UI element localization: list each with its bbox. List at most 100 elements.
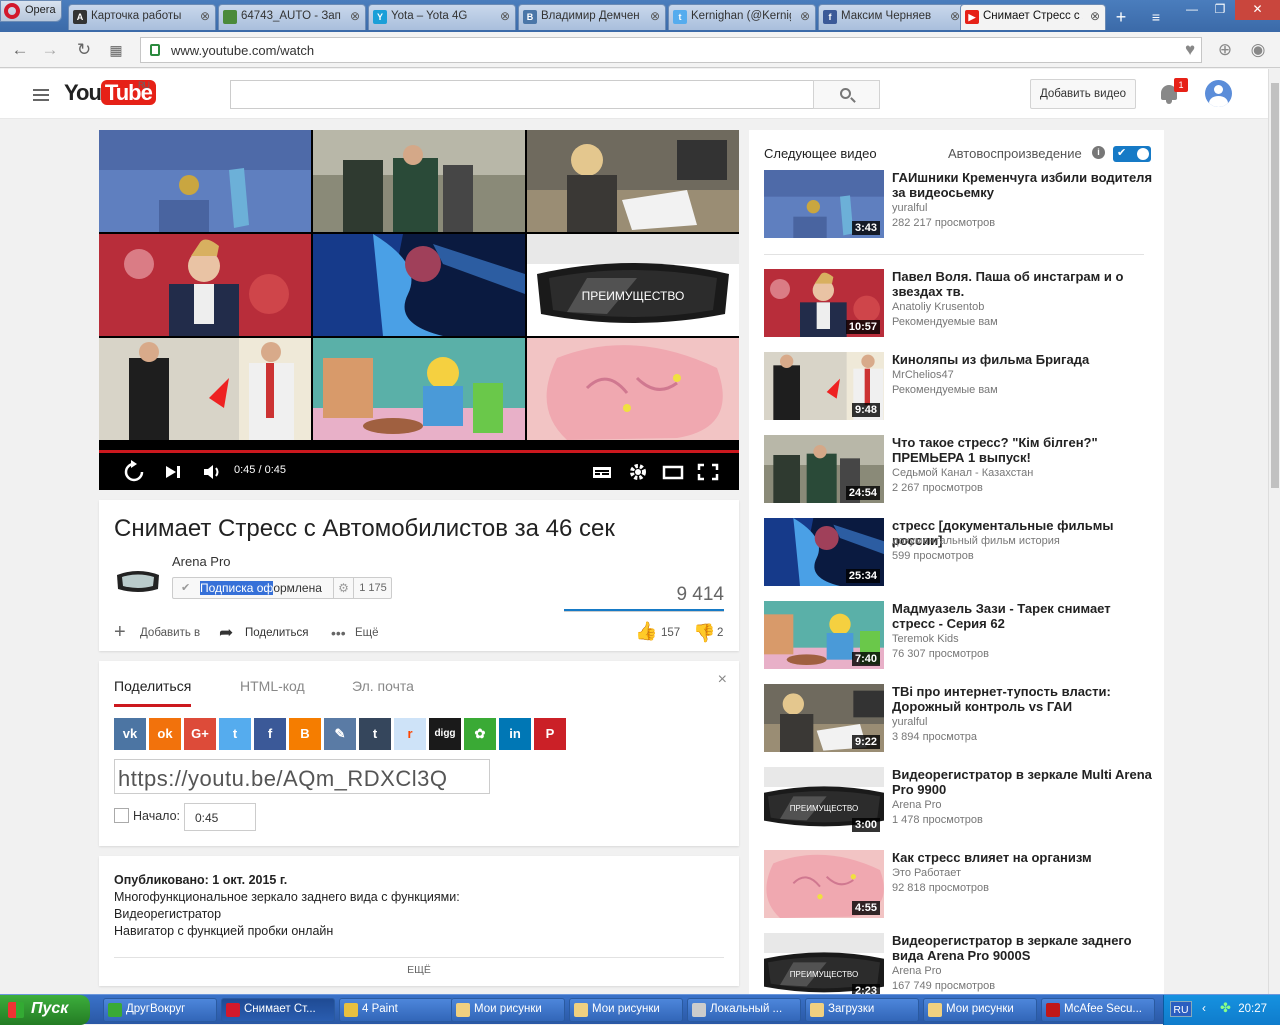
bookmark-heart-icon[interactable]: ♥ bbox=[1180, 40, 1200, 60]
video-title-link[interactable]: Видеорегистратор в зеркале заднего вида … bbox=[892, 933, 1154, 963]
subscribed-button[interactable]: ✔ Подписка оформлена ⚙ 1 175 bbox=[172, 577, 392, 599]
video-thumbnail[interactable]: ПРЕИМУЩЕСТВО 3:00 bbox=[764, 767, 884, 835]
share-url-field[interactable] bbox=[114, 759, 490, 794]
maximize-icon[interactable]: ❐ bbox=[1205, 0, 1235, 20]
fullscreen-icon[interactable] bbox=[697, 460, 719, 484]
replay-icon[interactable] bbox=[121, 460, 147, 484]
tab-close-icon[interactable]: ⊗ bbox=[950, 9, 960, 23]
taskbar-item[interactable]: Загрузки bbox=[805, 998, 919, 1022]
browser-tab[interactable]: 64743_AUTO - Зап ⊗ bbox=[218, 4, 366, 30]
related-video-item[interactable]: 3:43 ГАИшники Кременчуга избили водителя … bbox=[764, 170, 1154, 240]
close-window-icon[interactable]: ✕ bbox=[1235, 0, 1280, 20]
video-thumbnail[interactable]: 4:55 bbox=[764, 850, 884, 918]
related-video-item[interactable]: ПРЕИМУЩЕСТВО 3:00 Видеорегистратор в зерка… bbox=[764, 767, 1154, 837]
tab-embed[interactable]: HTML-код bbox=[240, 678, 305, 694]
vk-share-icon[interactable]: vk bbox=[114, 718, 146, 750]
start-time-checkbox[interactable] bbox=[114, 808, 129, 823]
taskbar-item[interactable]: Мои рисунки bbox=[569, 998, 683, 1022]
taskbar-item[interactable]: Локальный ... bbox=[687, 998, 801, 1022]
browser-tab[interactable]: ▶ Снимает Стресс с А ⊗ bbox=[960, 4, 1106, 30]
taskbar-item[interactable]: 4 Paint bbox=[339, 998, 453, 1022]
related-video-item[interactable]: 9:22 ТВі про интернет-тупость власти: Дор… bbox=[764, 684, 1154, 754]
tab-email[interactable]: Эл. почта bbox=[352, 678, 414, 694]
taskbar-item[interactable]: ДругВокруг bbox=[103, 998, 217, 1022]
language-indicator[interactable]: RU bbox=[1170, 1001, 1192, 1017]
search-button[interactable] bbox=[813, 80, 880, 109]
page-scrollbar[interactable] bbox=[1268, 69, 1280, 994]
tab-close-icon[interactable]: ⊗ bbox=[500, 9, 510, 23]
video-title-link[interactable]: Павел Воля. Паша об инстаграм и о звезда… bbox=[892, 269, 1154, 299]
related-video-item[interactable]: 4:55 Как стресс влияет на организм Это Раб… bbox=[764, 850, 1154, 920]
tab-close-icon[interactable]: ⊗ bbox=[650, 9, 660, 23]
related-video-item[interactable]: ПРЕИМУЩЕСТВО 2:23 Видеорегистратор в зерка… bbox=[764, 933, 1154, 994]
show-more-button[interactable]: ЕЩЁ bbox=[99, 964, 739, 976]
browser-tab[interactable]: f Максим Черняев ⊗ bbox=[818, 4, 966, 30]
video-thumbnail[interactable]: 9:48 bbox=[764, 352, 884, 420]
url-field[interactable]: www.youtube.com/watch bbox=[140, 37, 1202, 63]
progress-bar[interactable] bbox=[99, 450, 739, 453]
related-video-item[interactable]: 7:40 Мадмуазель Зази - Тарек снимает стре… bbox=[764, 601, 1154, 671]
video-title-link[interactable]: Как стресс влияет на организм bbox=[892, 850, 1154, 865]
livejournal-share-icon[interactable]: ✎ bbox=[324, 718, 356, 750]
next-video-icon[interactable] bbox=[163, 460, 185, 484]
minimize-icon[interactable]: — bbox=[1177, 0, 1207, 20]
settings-gear-icon[interactable] bbox=[627, 460, 649, 484]
related-video-item[interactable]: 25:34 стресс [документальные фильмы росси… bbox=[764, 518, 1154, 588]
tab-close-icon[interactable]: ⊗ bbox=[200, 9, 210, 23]
youtube-logo[interactable]: You Tube RU bbox=[64, 80, 156, 108]
browser-tab[interactable]: t Kernighan (@Kernig ⊗ bbox=[668, 4, 816, 30]
pinterest-share-icon[interactable]: P bbox=[534, 718, 566, 750]
tab-close-icon[interactable]: ⊗ bbox=[1090, 9, 1100, 23]
search-input[interactable] bbox=[230, 80, 814, 109]
video-thumbnail[interactable]: 10:57 bbox=[764, 269, 884, 337]
forward-icon[interactable]: → bbox=[40, 40, 60, 60]
reload-icon[interactable]: ↻ bbox=[74, 40, 94, 60]
speed-dial-icon[interactable]: ▦ bbox=[106, 40, 126, 60]
autoplay-toggle[interactable]: ✔ bbox=[1113, 146, 1151, 162]
taskbar-item[interactable]: Мои рисунки bbox=[923, 998, 1037, 1022]
info-icon[interactable]: i bbox=[1092, 146, 1105, 159]
video-thumbnail[interactable]: 3:43 bbox=[764, 170, 884, 238]
start-time-field[interactable]: 0:45 bbox=[184, 803, 256, 831]
related-video-item[interactable]: 24:54 Что такое стресс? "Кім білген?" ПРЕ… bbox=[764, 435, 1154, 505]
linkedin-share-icon[interactable]: in bbox=[499, 718, 531, 750]
start-button[interactable]: Пуск bbox=[0, 995, 90, 1025]
upload-button[interactable]: Добавить видео bbox=[1030, 79, 1136, 109]
scrollbar-thumb[interactable] bbox=[1271, 83, 1279, 488]
volume-icon[interactable] bbox=[201, 460, 223, 484]
related-video-item[interactable]: 9:48 Киноляпы из фильма Бригада MrChelios4… bbox=[764, 352, 1154, 422]
taskbar-item[interactable]: McAfee Secu... bbox=[1041, 998, 1155, 1022]
subtitles-icon[interactable] bbox=[591, 460, 613, 484]
video-thumbnail[interactable]: 7:40 bbox=[764, 601, 884, 669]
digg-share-icon[interactable]: digg bbox=[429, 718, 461, 750]
video-thumbnail[interactable]: 25:34 bbox=[764, 518, 884, 586]
tab-close-icon[interactable]: ⊗ bbox=[800, 9, 810, 23]
taskbar-item[interactable]: Снимает Ст... bbox=[221, 998, 335, 1022]
video-title-link[interactable]: Что такое стресс? "Кім білген?" ПРЕМЬЕРА… bbox=[892, 435, 1154, 465]
video-title-link[interactable]: Мадмуазель Зази - Тарек снимает стресс -… bbox=[892, 601, 1154, 631]
tab-menu-icon[interactable]: ≡ bbox=[1145, 6, 1167, 28]
google-plus-share-icon[interactable]: G+ bbox=[184, 718, 216, 750]
stumbleupon-share-icon[interactable]: ✿ bbox=[464, 718, 496, 750]
tumblr-share-icon[interactable]: t bbox=[359, 718, 391, 750]
video-title-link[interactable]: ТВі про интернет-тупость власти: Дорожны… bbox=[892, 684, 1154, 714]
downloads-icon[interactable]: ⊕ bbox=[1215, 40, 1235, 60]
theater-mode-icon[interactable] bbox=[662, 460, 684, 484]
close-share-icon[interactable]: × bbox=[718, 671, 727, 689]
extension-icon[interactable]: ◉ bbox=[1248, 40, 1268, 60]
opera-menu-button[interactable]: Opera bbox=[0, 0, 62, 22]
video-title-link[interactable]: Видеорегистратор в зеркале Multi Arena P… bbox=[892, 767, 1154, 797]
twitter-share-icon[interactable]: t bbox=[219, 718, 251, 750]
tray-arrow-icon[interactable]: ‹ bbox=[1202, 1001, 1206, 1015]
subscription-settings-icon[interactable]: ⚙ bbox=[333, 578, 353, 598]
video-thumbnail[interactable]: 24:54 bbox=[764, 435, 884, 503]
video-title-link[interactable]: Киноляпы из фильма Бригада bbox=[892, 352, 1154, 367]
odnoklassniki-share-icon[interactable]: ok bbox=[149, 718, 181, 750]
blogger-share-icon[interactable]: B bbox=[289, 718, 321, 750]
browser-tab[interactable]: B Владимир Демчен ⊗ bbox=[518, 4, 666, 30]
account-avatar[interactable] bbox=[1205, 80, 1232, 107]
new-tab-button[interactable]: + bbox=[1110, 6, 1132, 28]
video-thumbnail[interactable]: ПРЕИМУЩЕСТВО 2:23 bbox=[764, 933, 884, 994]
facebook-share-icon[interactable]: f bbox=[254, 718, 286, 750]
video-player[interactable]: ПРЕИМУЩЕСТВО 0:45 / 0:45 bbox=[99, 130, 739, 490]
